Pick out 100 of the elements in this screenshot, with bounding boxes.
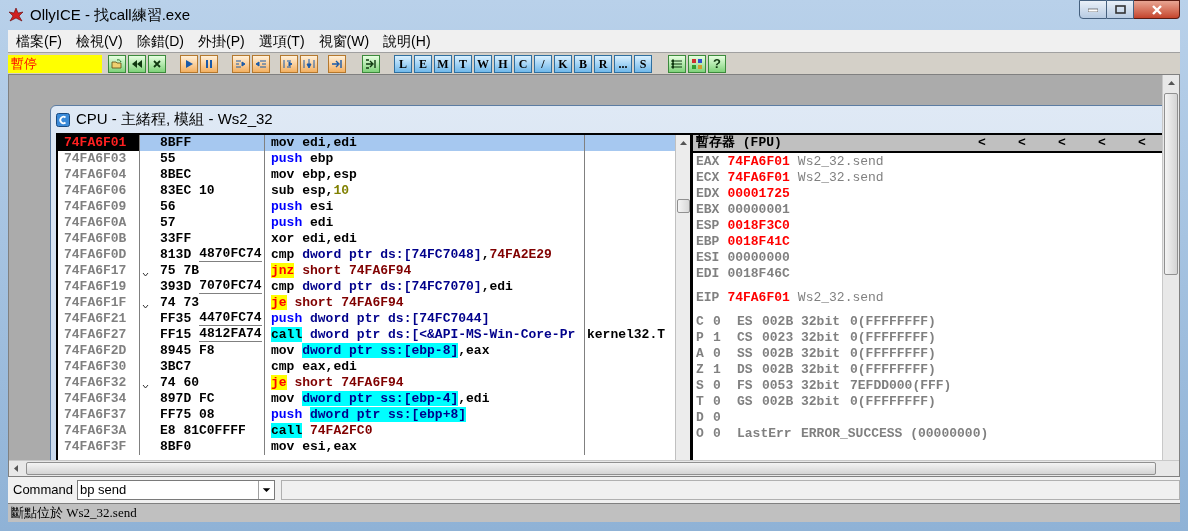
scroll-arrow[interactable]: < [1056,135,1096,153]
grid-icon [691,57,703,70]
window-button[interactable]: T [454,54,472,73]
window-button[interactable]: / [534,54,552,73]
step-into-button[interactable] [232,54,250,73]
segment-name: DS [737,362,754,378]
scrollbar-thumb[interactable] [26,462,1156,475]
execute-till-return-button[interactable] [328,54,346,73]
scroll-arrow[interactable]: < [1096,135,1136,153]
last-error-label: LastErr [737,426,793,442]
segment-width: 32bit [801,362,841,378]
status-indicator: 暫停 [8,54,102,73]
scroll-up-icon [680,141,687,145]
hex-cell: 83EC 10 [160,183,215,199]
menu-item[interactable]: 視窗(W) [318,30,370,52]
register-value: 0018F41C [727,234,790,250]
register-value: 74FA6F01 [727,170,790,186]
scroll-arrow[interactable]: < [1136,135,1162,153]
vertical-scrollbar[interactable] [1162,75,1179,460]
flag-name: S [696,378,705,394]
scrollbar-thumb[interactable] [1164,93,1178,275]
register-name: EDI [696,266,720,282]
register-value: 00001725 [727,186,790,202]
register-name: EBP [696,234,720,250]
close-program-button[interactable] [148,54,166,73]
close-button[interactable] [1134,0,1180,19]
segment-name: SS [737,346,754,362]
hex-cell: FF15 [160,327,192,343]
cpu-window-icon [56,112,70,127]
flag-value: 0 [713,426,722,442]
register-value: 74FA6F01 [727,154,790,170]
register-name: EIP [696,290,720,306]
window-button[interactable]: M [434,54,452,73]
hex-cell: 8BFF [160,135,192,151]
menu-item[interactable]: 除錯(D) [136,30,184,52]
window-button[interactable]: B [574,54,592,73]
grid-button[interactable] [688,54,706,73]
command-label: Command [13,481,73,500]
menu-item[interactable]: 檢視(V) [75,30,123,52]
pause-icon [203,57,215,70]
hex-cell: 897D FC [160,391,215,407]
hex-cell: 57 [160,215,176,231]
segment-base: 7EFDD000(FFF) [850,378,952,394]
hex-operand: 4812FA74 [199,327,262,342]
list-button[interactable] [668,54,686,73]
menu-item[interactable]: 檔案(F) [16,30,62,52]
window-button[interactable]: S [634,54,652,73]
list-icon [671,57,683,70]
segment-selector: 0023 [762,330,795,346]
hex-cell: 33FF [160,231,192,247]
window-button[interactable]: H [494,54,512,73]
hex-cell: 55 [160,151,176,167]
segment-width: 32bit [801,314,841,330]
window-button[interactable]: ... [614,54,632,73]
window-button[interactable]: R [594,54,612,73]
window-button[interactable]: K [554,54,572,73]
disassembly-scrollbar[interactable] [675,135,690,460]
menu-item[interactable]: 選項(T) [258,30,305,52]
segment-selector: 002B [762,346,795,362]
open-button[interactable] [108,54,126,73]
trace-over-button[interactable] [300,54,318,73]
trace-into-button[interactable] [280,54,298,73]
segment-base: 0(FFFFFFFF) [850,394,936,410]
register-name: ESP [696,218,720,234]
register-comment: Ws2_32.send [797,154,884,170]
step-into-icon [235,57,247,70]
hex-operand: 4470FC74 [199,311,262,326]
minimize-button[interactable] [1079,0,1107,19]
horizontal-scrollbar[interactable] [9,460,1179,476]
instruction-cell: mov esi,eax [265,439,585,455]
flag-value: 0 [713,394,722,410]
menu-item[interactable]: 外掛(P) [198,30,245,52]
register-name: EDX [696,186,720,202]
menu-item[interactable]: 說明(H) [383,30,431,52]
run-button[interactable] [180,54,198,73]
restart-button[interactable] [128,54,146,73]
go-to-button[interactable] [362,54,380,73]
step-over-button[interactable] [252,54,270,73]
open-icon [111,57,123,70]
pause-button[interactable] [200,54,218,73]
hex-cell: 74 73 [160,295,199,311]
run-icon [183,57,195,70]
scroll-arrow[interactable]: < [1016,135,1056,153]
window-button[interactable]: W [474,54,492,73]
window-button[interactable]: E [414,54,432,73]
flag-value: 0 [713,346,722,362]
register-name: EBX [696,202,720,218]
registers-title: 暫存器 (FPU) [696,135,783,153]
register-value: 00000001 [727,202,790,218]
register-comment: Ws2_32.send [797,170,884,186]
window-button[interactable]: C [514,54,532,73]
window-button[interactable]: L [394,54,412,73]
scroll-arrow[interactable]: < [976,135,1016,153]
register-value: 74FA6F01 [727,290,790,306]
segment-width: 32bit [801,394,841,410]
help-button[interactable]: ? [708,54,726,73]
command-combobox[interactable]: bp send [76,480,275,500]
flag-name: A [696,346,705,362]
scrollbar-thumb[interactable] [677,199,690,213]
maximize-button[interactable] [1107,0,1134,19]
